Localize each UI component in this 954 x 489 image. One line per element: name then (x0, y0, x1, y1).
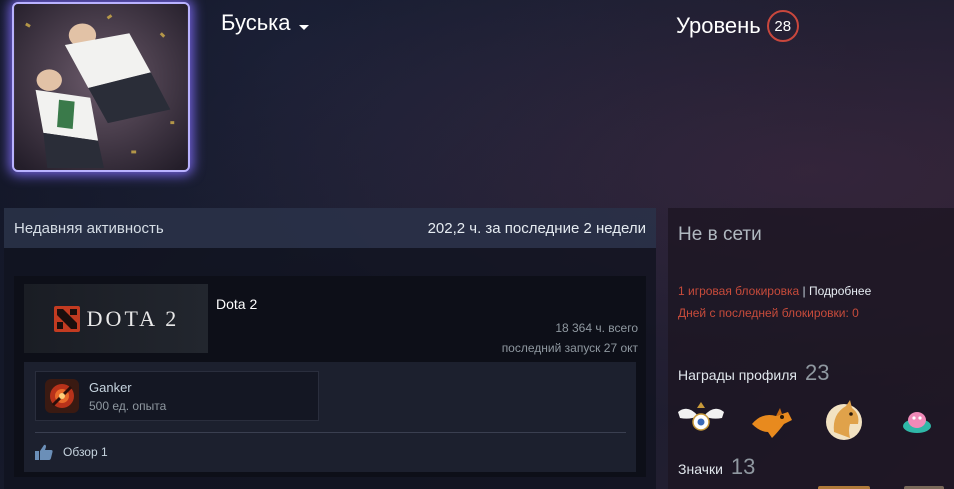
achievement-xp: 500 ед. опыта (89, 398, 167, 413)
ban-details-link[interactable]: Подробнее (809, 284, 871, 298)
ban-info: 1 игровая блокировка | Подробнее (678, 284, 871, 298)
badges-count: 13 (730, 454, 756, 479)
level-badge[interactable]: 28 (766, 10, 799, 42)
recent-activity-panel: Недавняя активность 202,2 ч. за последни… (4, 208, 656, 489)
pink-creature-reward-icon[interactable] (892, 398, 942, 442)
achievement-text: Ganker 500 ед. опыта (89, 380, 166, 413)
game-total-hours: 18 364 ч. всего (555, 321, 638, 335)
recent-activity-title: Недавняя активность (14, 219, 164, 237)
game-details-box: Ganker 500 ед. опыта Обзор 1 (24, 362, 636, 472)
achievement-item[interactable]: Ganker 500 ед. опыта (35, 371, 319, 421)
achievement-name: Ganker (89, 379, 132, 395)
game-card: DOTA 2 Dota 2 18 364 ч. всего последний … (14, 276, 646, 477)
game-ban-count: 1 игровая блокировка (678, 284, 800, 298)
game-stats: 18 364 ч. всего последний запуск 27 окт (502, 318, 638, 358)
recent-activity-header: Недавняя активность 202,2 ч. за последни… (4, 208, 656, 248)
thumbs-up-icon (35, 444, 53, 460)
persona-name: Буська (221, 10, 291, 35)
review-link[interactable]: Обзор 1 (35, 444, 108, 460)
profile-rewards-label: Награды профиля (678, 367, 797, 383)
profile-rewards-link[interactable]: Награды профиля 23 (678, 360, 829, 386)
badges-label: Значки (678, 461, 723, 477)
dota-logo-icon (53, 305, 80, 332)
avatar[interactable] (12, 2, 190, 172)
chevron-down-icon (298, 24, 309, 30)
ganker-achievement-icon (45, 379, 79, 413)
days-since-ban: Дней с последней блокировки: 0 (678, 306, 859, 320)
ban-separator: | (802, 284, 806, 298)
level-label: Уровень (676, 13, 761, 38)
profile-sidebar: Не в сети 1 игровая блокировка | Подробн… (668, 208, 954, 489)
profile-rewards-count: 23 (804, 360, 830, 385)
divider (35, 432, 626, 433)
profile-rewards-row (676, 398, 942, 442)
online-status: Не в сети (678, 224, 762, 245)
persona-name-dropdown[interactable]: Буська (221, 10, 309, 36)
level-display: Уровень 28 (676, 10, 799, 42)
winged-eye-reward-icon[interactable] (676, 398, 726, 442)
badges-link[interactable]: Значки 13 (678, 454, 755, 480)
horse-head-reward-icon[interactable] (820, 398, 870, 442)
orange-dragon-reward-icon[interactable] (748, 398, 798, 442)
game-capsule[interactable]: DOTA 2 (24, 284, 208, 353)
recent-activity-hours: 202,2 ч. за последние 2 недели (427, 219, 646, 237)
avatar-image (14, 4, 188, 170)
game-logo-text: DOTA 2 (86, 305, 180, 331)
game-last-played: последний запуск 27 окт (501, 341, 638, 355)
game-name-link[interactable]: Dota 2 (216, 296, 257, 312)
review-label: Обзор 1 (63, 445, 108, 459)
